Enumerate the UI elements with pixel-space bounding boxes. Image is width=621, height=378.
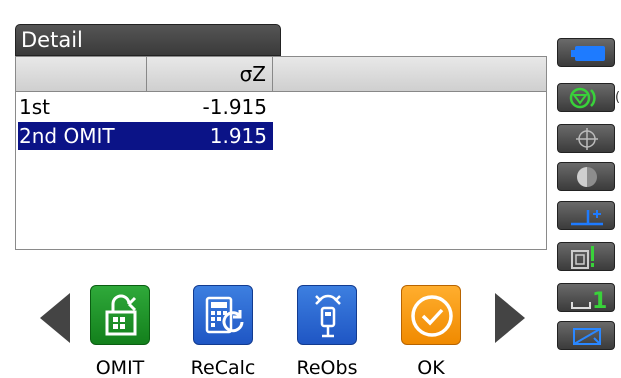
target-status-button[interactable]	[557, 83, 615, 112]
results-table: σZ 1st -1.915 2nd OMIT 1.915	[15, 56, 547, 250]
column-header-sigma-z: σZ	[147, 57, 273, 91]
row-name: 1st	[19, 95, 50, 119]
table-header: σZ	[16, 57, 546, 92]
recalc-icon	[205, 296, 244, 334]
crosshair-icon	[576, 128, 598, 150]
input-mode-icon: 1	[571, 289, 607, 313]
column-header-extra	[273, 57, 546, 91]
row-value: -1.915	[202, 95, 267, 119]
reticle-status-button[interactable]	[557, 124, 615, 153]
table-row-selected[interactable]: 2nd OMIT 1.915	[17, 121, 274, 151]
page-left-arrow-icon[interactable]	[40, 293, 70, 343]
check-icon	[411, 295, 453, 337]
page-right-arrow-icon[interactable]	[495, 293, 525, 343]
reobs-icon	[315, 294, 341, 338]
recalc-button[interactable]	[193, 285, 253, 345]
recalc-label: ReCalc	[190, 357, 256, 378]
screen: Detail σZ 1st -1.915 2nd OMIT 1.915 OMIT…	[0, 0, 621, 378]
ok-button[interactable]	[401, 285, 461, 345]
keyboard-icon	[573, 328, 601, 345]
column-header-name	[16, 57, 147, 91]
svg-text:1: 1	[592, 289, 607, 313]
reobs-label: ReObs	[296, 357, 358, 378]
omit-label: OMIT	[95, 357, 145, 378]
face-status-button[interactable]	[557, 162, 615, 191]
signal-status-button[interactable]	[557, 242, 615, 271]
battery-icon	[571, 46, 605, 61]
row-name: 2nd OMIT	[19, 124, 115, 148]
input-mode-button[interactable]: 1	[557, 283, 615, 313]
table-row[interactable]: 1st -1.915	[16, 93, 273, 121]
reobs-button[interactable]	[297, 285, 357, 345]
signal-icon	[571, 246, 594, 269]
page-title: Detail	[15, 24, 281, 56]
tilt-status-button[interactable]	[557, 201, 615, 230]
half-circle-icon	[577, 167, 597, 187]
ok-label: OK	[417, 357, 445, 378]
battery-status-button[interactable]	[557, 38, 615, 67]
row-value: 1.915	[209, 124, 267, 148]
tilt-icon	[571, 210, 603, 226]
keyboard-status-button[interactable]	[557, 321, 615, 350]
target-prism-icon	[569, 87, 596, 109]
omit-icon	[105, 294, 137, 336]
status-side-text: (	[615, 90, 621, 105]
omit-button[interactable]	[90, 285, 150, 345]
